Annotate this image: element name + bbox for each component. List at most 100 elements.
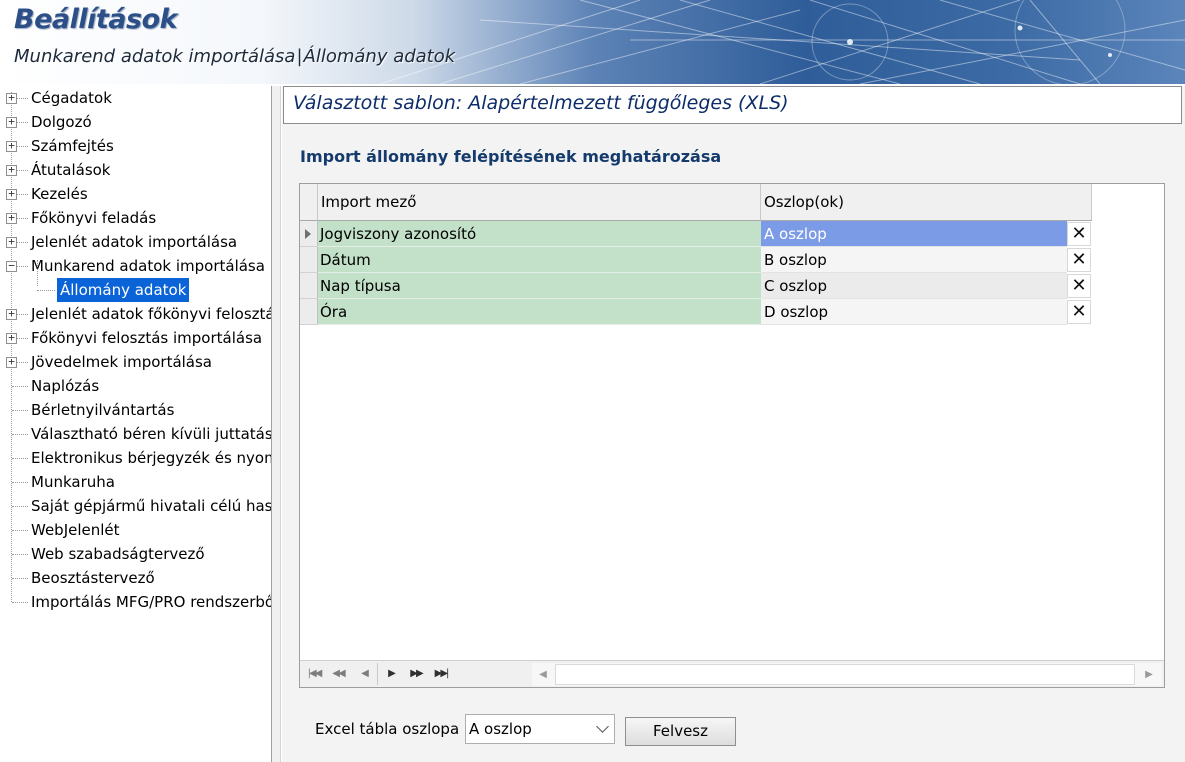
- expand-icon[interactable]: +: [6, 308, 17, 320]
- import-field-cell[interactable]: Jogviszony azonosító: [318, 221, 761, 247]
- tree-item[interactable]: Bérletnyilvántartás: [0, 398, 271, 422]
- first-record-icon[interactable]: |◀◀: [302, 664, 326, 684]
- scrollbar-thumb[interactable]: [555, 664, 1135, 685]
- tree-item[interactable]: Web szabadságtervező: [0, 542, 271, 566]
- pane-splitter[interactable]: [271, 86, 281, 762]
- expand-icon[interactable]: +: [6, 188, 17, 200]
- tree-item[interactable]: + Számfejtés: [0, 134, 271, 158]
- tree-item[interactable]: Beosztástervező: [0, 566, 271, 590]
- app-header: Beállítások Munkarend adatok importálása…: [0, 0, 1185, 84]
- next-record-icon[interactable]: ▶: [379, 664, 403, 684]
- collapse-icon[interactable]: −: [6, 260, 17, 272]
- tree-item[interactable]: Naplózás: [0, 374, 271, 398]
- excel-column-select[interactable]: A oszlop: [465, 714, 615, 744]
- delete-row-icon[interactable]: ✕: [1067, 274, 1091, 298]
- tree-item-label: Átutalások: [31, 161, 111, 179]
- tree-item[interactable]: Saját gépjármű hivatali célú hasz: [0, 494, 271, 518]
- expand-icon[interactable]: +: [6, 212, 17, 224]
- tree-connector: [12, 578, 28, 579]
- column-header-import-field[interactable]: Import mező: [318, 184, 761, 221]
- section-title: Import állomány felépítésének meghatároz…: [300, 147, 722, 166]
- content-panel: Választott sablon: Alapértelmezett függő…: [282, 86, 1185, 762]
- expand-icon[interactable]: +: [6, 116, 17, 128]
- table-row[interactable]: Dátum B oszlop ✕: [300, 247, 1092, 273]
- column-header-columns[interactable]: Oszlop(ok): [761, 184, 1092, 221]
- delete-row-icon[interactable]: ✕: [1067, 222, 1091, 246]
- delete-row-icon[interactable]: ✕: [1067, 248, 1091, 272]
- expand-icon[interactable]: +: [6, 332, 17, 344]
- table-row[interactable]: Óra D oszlop ✕: [300, 299, 1092, 325]
- grid-header-indicator: [300, 184, 318, 221]
- column-cell[interactable]: B oszlop: [761, 247, 1067, 273]
- row-indicator[interactable]: [300, 221, 318, 247]
- import-field-cell[interactable]: Óra: [318, 299, 761, 325]
- tree-item-label: Jelenlét adatok főkönyvi felosztá: [31, 305, 271, 323]
- tree-item-label: Főkönyvi feladás: [31, 209, 157, 227]
- chevron-down-icon: [596, 720, 609, 733]
- import-field-cell[interactable]: Nap típusa: [318, 273, 761, 299]
- tree-item-label: Web szabadságtervező: [31, 545, 205, 563]
- tree-item-label: Saját gépjármű hivatali célú hasz: [31, 497, 271, 515]
- tree-item[interactable]: Elektronikus bérjegyzék és nyom: [0, 446, 271, 470]
- expand-icon[interactable]: +: [6, 236, 17, 248]
- tree-item-label: Állomány adatok: [57, 278, 190, 302]
- next-page-icon[interactable]: ▶▶: [404, 664, 428, 684]
- tree-item[interactable]: + Főkönyvi felosztás importálása: [0, 326, 271, 350]
- tree-item[interactable]: Választható béren kívüli juttatás: [0, 422, 271, 446]
- tree-item[interactable]: + Cégadatok: [0, 86, 271, 110]
- tree-item-label: Munkarend adatok importálása: [31, 257, 265, 275]
- tree-item[interactable]: + Jelenlét adatok főkönyvi felosztá: [0, 302, 271, 326]
- table-row[interactable]: Jogviszony azonosító A oszlop ✕: [300, 221, 1092, 247]
- tree-item[interactable]: − Munkarend adatok importálása: [0, 254, 271, 278]
- tree-connector: [12, 386, 28, 387]
- tree-item-label: Munkaruha: [31, 473, 115, 491]
- column-cell[interactable]: A oszlop: [761, 221, 1067, 247]
- grid-navigator: |◀◀ ◀◀ ◀ ▶ ▶▶ ▶▶| ◀ ▶: [300, 660, 1164, 687]
- scroll-right-icon[interactable]: ▶: [1138, 663, 1160, 686]
- tree-item-label: WebJelenlét: [31, 521, 120, 539]
- navigator-separator: [377, 663, 378, 685]
- tree-item[interactable]: WebJelenlét: [0, 518, 271, 542]
- tree-item[interactable]: Munkaruha: [0, 470, 271, 494]
- row-indicator[interactable]: [300, 247, 318, 273]
- excel-column-label: Excel tábla oszlopa: [315, 720, 460, 738]
- tree-item-label: Jelenlét adatok importálása: [31, 233, 238, 251]
- settings-tree[interactable]: + Cégadatok + Dolgozó + Számfejtés + Átutalások…: [0, 86, 271, 762]
- expand-icon[interactable]: +: [6, 356, 17, 368]
- tree-item[interactable]: + Jövedelmek importálása: [0, 350, 271, 374]
- import-field-cell[interactable]: Dátum: [318, 247, 761, 273]
- tree-item-label: Dolgozó: [31, 113, 92, 131]
- breadcrumb-parent: Munkarend adatok importálása: [14, 46, 296, 67]
- add-button[interactable]: Felvesz: [625, 717, 736, 746]
- tree-item-label: Főkönyvi felosztás importálása: [31, 329, 263, 347]
- tree-item[interactable]: + Átutalások: [0, 158, 271, 182]
- scroll-left-icon[interactable]: ◀: [532, 663, 554, 686]
- horizontal-scrollbar[interactable]: ◀ ▶: [532, 663, 1162, 686]
- tree-item-label: Jövedelmek importálása: [31, 353, 213, 371]
- row-indicator[interactable]: [300, 273, 318, 299]
- expand-icon[interactable]: +: [6, 164, 17, 176]
- excel-column-value: A oszlop: [469, 720, 532, 738]
- tree-item[interactable]: + Kezelés: [0, 182, 271, 206]
- tree-connector: [12, 458, 28, 459]
- tree-item[interactable]: + Főkönyvi feladás: [0, 206, 271, 230]
- column-cell[interactable]: C oszlop: [761, 273, 1067, 299]
- previous-page-icon[interactable]: ◀◀: [326, 664, 350, 684]
- tree-item[interactable]: Állomány adatok: [0, 278, 271, 302]
- tree-item[interactable]: + Dolgozó: [0, 110, 271, 134]
- delete-row-icon[interactable]: ✕: [1067, 300, 1091, 324]
- tree-item-label: Kezelés: [31, 185, 88, 203]
- tree-connector: [12, 506, 28, 507]
- table-row[interactable]: Nap típusa C oszlop ✕: [300, 273, 1092, 299]
- expand-icon[interactable]: +: [6, 140, 17, 152]
- tree-connector: [12, 410, 28, 411]
- last-record-icon[interactable]: ▶▶|: [429, 664, 453, 684]
- import-field-grid[interactable]: Import mező Oszlop(ok) Jogviszony azonos…: [299, 183, 1165, 688]
- previous-record-icon[interactable]: ◀: [352, 664, 376, 684]
- column-cell[interactable]: D oszlop: [761, 299, 1067, 325]
- expand-icon[interactable]: +: [6, 92, 17, 104]
- row-indicator[interactable]: [300, 299, 318, 325]
- tree-item[interactable]: Importálás MFG/PRO rendszerbő: [0, 590, 271, 614]
- tree-item[interactable]: + Jelenlét adatok importálása: [0, 230, 271, 254]
- app-title: Beállítások: [14, 4, 178, 35]
